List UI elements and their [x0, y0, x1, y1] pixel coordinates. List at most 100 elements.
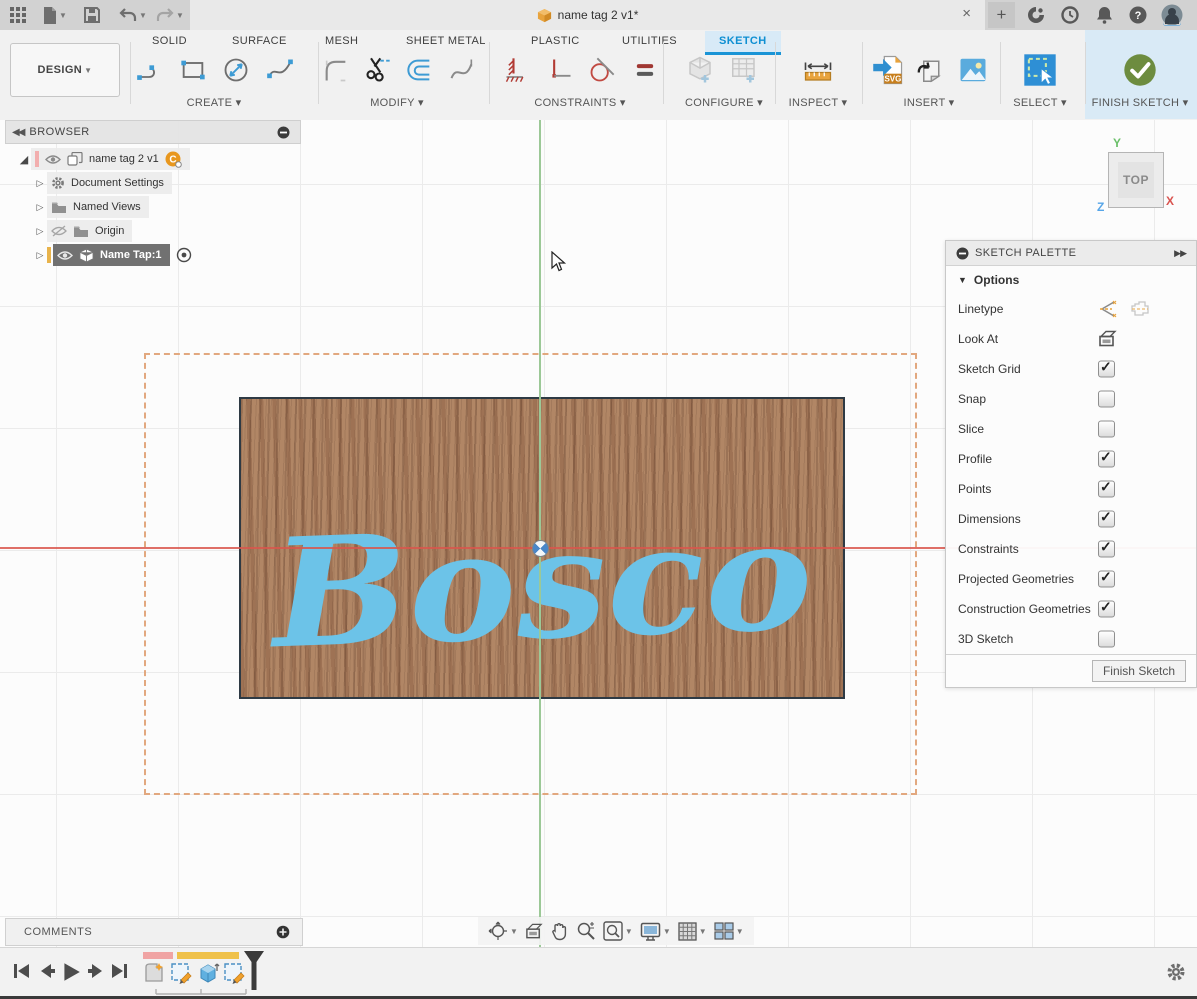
configure-table-icon[interactable] [726, 52, 762, 88]
avatar[interactable] [1160, 4, 1184, 26]
zoom-icon[interactable] [576, 921, 596, 941]
finish-sketch-icon[interactable] [1122, 52, 1158, 88]
group-configure[interactable]: CONFIGURE ▾ [685, 96, 763, 109]
equal-constraint-icon[interactable] [627, 52, 663, 88]
visibility-eye-icon[interactable] [57, 250, 73, 261]
projected-geometries-checkbox[interactable] [1098, 571, 1115, 588]
tree-row-name-tap[interactable]: ▷ Name Tap:1 [33, 243, 192, 267]
group-select[interactable]: SELECT ▾ [1013, 96, 1067, 109]
fit-view-icon[interactable]: ▼ [603, 921, 633, 941]
design-workspace-button[interactable]: DESIGN▼ [10, 43, 120, 97]
decal-tool-icon[interactable] [912, 52, 948, 88]
construction-geometries-checkbox[interactable] [1098, 601, 1115, 618]
slice-checkbox[interactable] [1098, 421, 1115, 438]
timeline-sketch-feature-icon[interactable] [169, 961, 193, 985]
help-icon[interactable]: ? [1126, 4, 1150, 26]
collapsed-triangle-icon[interactable]: ▷ [33, 202, 47, 213]
trim-tool-icon[interactable] [360, 52, 396, 88]
finish-sketch-button[interactable]: Finish Sketch [1092, 660, 1186, 682]
tree-row-root[interactable]: ◢ name tag 2 v1 C [17, 147, 190, 171]
group-finish-sketch[interactable]: FINISH SKETCH ▾ [1092, 96, 1189, 109]
line-tool-icon[interactable] [132, 52, 168, 88]
sketch-grid-checkbox[interactable] [1098, 361, 1115, 378]
tangent-constraint-icon[interactable] [584, 52, 620, 88]
redo-icon[interactable]: ▼ [152, 4, 188, 26]
timeline-component-feature-icon[interactable] [142, 961, 166, 985]
insert-svg-icon[interactable]: SVG [870, 52, 906, 88]
browser-header[interactable]: ◀◀ BROWSER [5, 120, 301, 144]
group-modify[interactable]: MODIFY ▾ [370, 96, 424, 109]
app-grid-icon[interactable] [6, 4, 30, 26]
tree-row-named-views[interactable]: ▷ Named Views [33, 195, 149, 219]
expand-panel-icon[interactable]: ▶▶ [1174, 248, 1186, 259]
extensions-icon[interactable] [1024, 4, 1048, 26]
canvas-image-icon[interactable] [955, 52, 991, 88]
timeline-extrude-feature-icon[interactable] [196, 961, 220, 985]
tab-surface[interactable]: SURFACE [218, 31, 301, 52]
viewports-icon[interactable]: ▼ [714, 922, 744, 940]
tab-sheet-metal[interactable]: SHEET METAL [392, 31, 500, 52]
snap-checkbox[interactable] [1098, 391, 1115, 408]
grid-settings-icon[interactable]: ▼ [678, 922, 707, 941]
measure-tool-icon[interactable] [800, 52, 836, 88]
circle-tool-icon[interactable] [218, 52, 254, 88]
viewcube[interactable]: TOP [1108, 152, 1164, 208]
sketch-origin-point[interactable] [532, 540, 549, 557]
points-checkbox[interactable] [1098, 481, 1115, 498]
viewcube-top-face[interactable]: TOP [1118, 162, 1154, 198]
sketch-palette-header[interactable]: SKETCH PALETTE ▶▶ [946, 241, 1196, 266]
spline-tool-icon[interactable] [262, 52, 298, 88]
projected-linetype-icon[interactable] [1130, 301, 1150, 317]
sketch-y-axis-line[interactable] [539, 120, 541, 947]
timeline-rollback-bar[interactable] [143, 952, 173, 959]
timeline-skip-end-button[interactable] [109, 961, 129, 981]
3d-sketch-checkbox[interactable] [1098, 631, 1115, 648]
notifications-bell-icon[interactable] [1092, 4, 1116, 26]
tab-plastic[interactable]: PLASTIC [517, 31, 594, 52]
look-at-icon[interactable] [1098, 331, 1118, 348]
panel-minus-icon[interactable] [956, 247, 969, 260]
activate-component-radio-icon[interactable] [176, 247, 192, 263]
add-comment-icon[interactable] [276, 925, 290, 939]
collapsed-triangle-icon[interactable]: ▷ [33, 250, 47, 261]
close-tab-icon[interactable]: × [962, 6, 971, 21]
timeline-position-marker[interactable] [243, 950, 265, 992]
pan-hand-icon[interactable] [551, 921, 569, 941]
fixed-constraint-icon[interactable] [499, 52, 535, 88]
save-icon[interactable] [80, 4, 104, 26]
fillet-tool-icon[interactable] [318, 52, 354, 88]
group-create[interactable]: CREATE ▾ [187, 96, 242, 109]
edit-curve-tool-icon[interactable] [444, 52, 480, 88]
constraints-checkbox[interactable] [1098, 541, 1115, 558]
collapse-panel-icon[interactable]: ◀◀ [12, 127, 23, 138]
look-at-icon[interactable] [525, 923, 544, 940]
orbit-icon[interactable]: ▼ [488, 921, 518, 941]
panel-minus-icon[interactable] [277, 126, 290, 139]
group-insert[interactable]: INSERT ▾ [904, 96, 955, 109]
job-status-clock-icon[interactable] [1058, 4, 1082, 26]
dimensions-checkbox[interactable] [1098, 511, 1115, 528]
construction-linetype-icon[interactable] [1098, 300, 1118, 318]
offset-tool-icon[interactable] [402, 52, 438, 88]
tree-row-origin[interactable]: ▷ Origin [33, 219, 132, 243]
tree-row-document-settings[interactable]: ▷ Document Settings [33, 171, 172, 195]
profile-checkbox[interactable] [1098, 451, 1115, 468]
tab-mesh[interactable]: MESH [311, 31, 372, 52]
timeline-skip-start-button[interactable] [12, 961, 32, 981]
display-settings-icon[interactable]: ▼ [640, 922, 671, 941]
visibility-eye-icon[interactable] [45, 154, 61, 165]
expand-triangle-icon[interactable]: ◢ [17, 153, 31, 166]
select-tool-icon[interactable] [1022, 52, 1058, 88]
new-tab-button[interactable]: + [988, 2, 1015, 28]
comments-bar[interactable]: COMMENTS [5, 918, 303, 946]
timeline-step-forward-button[interactable] [86, 961, 106, 981]
configure-cube-icon[interactable] [682, 52, 718, 88]
group-inspect[interactable]: INSPECT ▾ [789, 96, 848, 109]
options-section-header[interactable]: ▼ Options [946, 266, 1196, 294]
file-menu-icon[interactable]: ▼ [38, 4, 72, 26]
group-constraints[interactable]: CONSTRAINTS ▾ [534, 96, 625, 109]
tab-utilities[interactable]: UTILITIES [608, 31, 691, 52]
document-tab[interactable]: name tag 2 v1* × [190, 0, 985, 30]
collapsed-triangle-icon[interactable]: ▷ [33, 178, 47, 189]
timeline-play-button[interactable] [60, 961, 80, 981]
